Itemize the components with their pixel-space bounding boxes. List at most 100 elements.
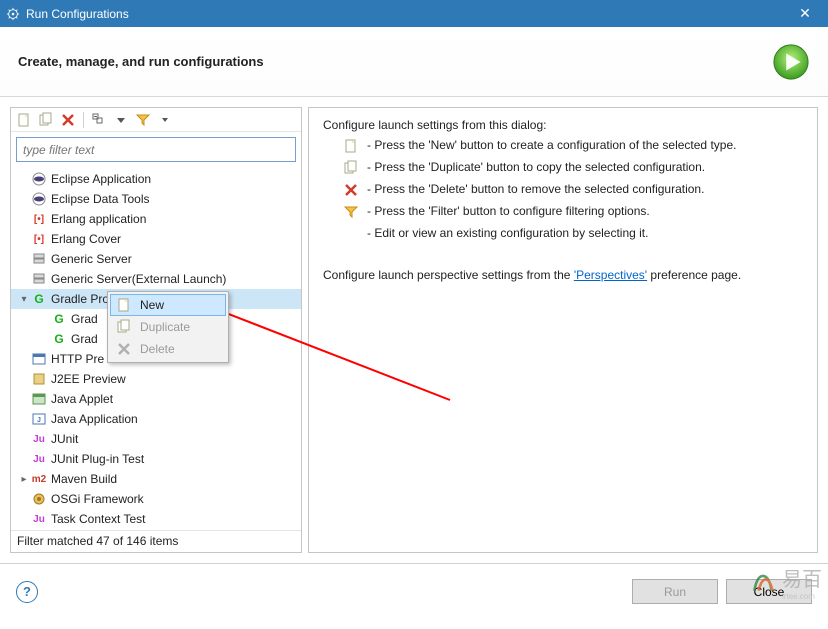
- tree-item-label: Eclipse Data Tools: [51, 192, 150, 206]
- filter-dropdown[interactable]: [156, 111, 174, 129]
- hint-row: - Press the 'Duplicate' button to copy t…: [343, 160, 803, 176]
- tree-item-label: Java Applet: [51, 392, 113, 406]
- run-button[interactable]: Run: [632, 579, 718, 604]
- hint-text: - Press the 'Delete' button to remove th…: [367, 182, 704, 196]
- tree-item-label: Generic Server(External Launch): [51, 272, 226, 286]
- tree-item-label: Generic Server: [51, 252, 132, 266]
- tree-item[interactable]: J Java Application: [11, 409, 301, 429]
- context-menu: New Duplicate Delete: [107, 291, 229, 363]
- hint-text: - Press the 'Filter' button to configure…: [367, 204, 650, 218]
- tree-item[interactable]: JuJUnit: [11, 429, 301, 449]
- tree-item-label: HTTP Pre: [51, 352, 104, 366]
- duplicate-icon: [343, 160, 359, 176]
- maven-icon: m2: [31, 471, 47, 487]
- new-config-button[interactable]: [15, 111, 33, 129]
- erlang-icon: [•]: [31, 231, 47, 247]
- delete-icon: [343, 182, 359, 198]
- junit-icon: Ju: [31, 431, 47, 447]
- tree-item[interactable]: Eclipse Application: [11, 169, 301, 189]
- hint-text: - Press the 'Duplicate' button to copy t…: [367, 160, 705, 174]
- http-icon: [31, 351, 47, 367]
- hint-text: - Press the 'New' button to create a con…: [367, 138, 736, 152]
- eclipse-icon: [31, 191, 47, 207]
- right-panel: Configure launch settings from this dial…: [308, 107, 818, 553]
- footer: ? Run Close: [0, 563, 828, 619]
- context-menu-label: Delete: [140, 342, 175, 356]
- eclipse-icon: [31, 171, 47, 187]
- gradle-icon: G: [31, 291, 47, 307]
- filter-button[interactable]: [134, 111, 152, 129]
- context-menu-label: Duplicate: [140, 320, 190, 334]
- window-close-button[interactable]: ✕: [788, 0, 822, 27]
- tree-item[interactable]: Ju Task Context Test: [11, 509, 301, 529]
- duplicate-button[interactable]: [37, 111, 55, 129]
- filter-icon: [343, 204, 359, 220]
- hint-row: - Press the 'Delete' button to remove th…: [343, 182, 803, 198]
- tree-item-label: Grad: [71, 312, 98, 326]
- filter-input[interactable]: [16, 137, 296, 162]
- tree-item-label: OSGi Framework: [51, 492, 144, 506]
- app-icon: [6, 7, 20, 21]
- duplicate-icon: [116, 319, 132, 335]
- tree-item[interactable]: OSGi Framework: [11, 489, 301, 509]
- tree-item[interactable]: ▸m2 Maven Build: [11, 469, 301, 489]
- delete-button[interactable]: [59, 111, 77, 129]
- java-icon: J: [31, 411, 47, 427]
- junit-icon: Ju: [31, 451, 47, 467]
- expand-arrow[interactable]: ▾: [17, 294, 31, 305]
- j2ee-icon: [31, 371, 47, 387]
- context-menu-delete: Delete: [110, 338, 226, 360]
- hint-text: - Edit or view an existing configuration…: [367, 226, 648, 240]
- context-menu-duplicate: Duplicate: [110, 316, 226, 338]
- tree-item-label: Erlang Cover: [51, 232, 121, 246]
- server-icon: [31, 271, 47, 287]
- perspective-prefix: Configure launch perspective settings fr…: [323, 268, 574, 282]
- new-icon: [116, 297, 132, 313]
- close-button[interactable]: Close: [726, 579, 812, 604]
- expand-arrow[interactable]: ▸: [17, 474, 31, 485]
- run-icon: [772, 43, 810, 81]
- expand-all-dropdown[interactable]: [112, 111, 130, 129]
- toolbar-separator: [83, 112, 84, 128]
- server-icon: [31, 251, 47, 267]
- tree-item[interactable]: Generic Server(External Launch): [11, 269, 301, 289]
- hint-row: - Press the 'New' button to create a con…: [343, 138, 803, 154]
- tree-item-label: J2EE Preview: [51, 372, 126, 386]
- context-menu-new[interactable]: New: [110, 294, 226, 316]
- delete-icon: [116, 341, 132, 357]
- perspectives-link[interactable]: 'Perspectives': [574, 268, 647, 282]
- tree-item-label: JUnit Plug-in Test: [51, 452, 144, 466]
- blank-icon: [343, 226, 359, 242]
- tree-item[interactable]: [•] Erlang application: [11, 209, 301, 229]
- perspective-suffix: preference page.: [647, 268, 741, 282]
- collapse-all-button[interactable]: [90, 111, 108, 129]
- context-menu-label: New: [140, 298, 164, 312]
- tree-item[interactable]: Generic Server: [11, 249, 301, 269]
- left-toolbar: [11, 108, 301, 132]
- osgi-icon: [31, 491, 47, 507]
- junit-icon: Ju: [31, 511, 47, 527]
- erlang-icon: [•]: [31, 211, 47, 227]
- help-button[interactable]: ?: [16, 581, 38, 603]
- header: Create, manage, and run configurations: [0, 27, 828, 97]
- hint-row: - Press the 'Filter' button to configure…: [343, 204, 803, 220]
- tree-item-label: Maven Build: [51, 472, 117, 486]
- gradle-icon: G: [51, 311, 67, 327]
- window-title: Run Configurations: [26, 7, 788, 21]
- tree-item-label: Erlang application: [51, 212, 146, 226]
- title-bar: Run Configurations ✕: [0, 0, 828, 27]
- hint-row: - Edit or view an existing configuration…: [343, 226, 803, 242]
- tree-item[interactable]: Eclipse Data Tools: [11, 189, 301, 209]
- new-icon: [343, 138, 359, 154]
- tree-item[interactable]: Ju JUnit Plug-in Test: [11, 449, 301, 469]
- applet-icon: [31, 391, 47, 407]
- tree-item-label: Grad: [71, 332, 98, 346]
- tree-item[interactable]: Java Applet: [11, 389, 301, 409]
- tree-item-label: Task Context Test: [51, 512, 146, 526]
- tree-item[interactable]: J2EE Preview: [11, 369, 301, 389]
- page-title: Create, manage, and run configurations: [18, 54, 772, 69]
- perspective-line: Configure launch perspective settings fr…: [323, 268, 803, 282]
- gradle-icon: G: [51, 331, 67, 347]
- tree-item-label: Java Application: [51, 412, 138, 426]
- tree-item[interactable]: [•] Erlang Cover: [11, 229, 301, 249]
